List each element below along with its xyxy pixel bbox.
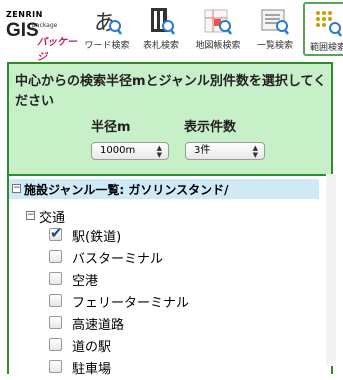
genre-checkbox[interactable]: [49, 360, 62, 373]
nameplate-search-icon: [151, 8, 175, 35]
radius-label: 半径m: [91, 120, 131, 135]
genre-checkbox[interactable]: [49, 316, 62, 329]
list-search-button[interactable]: 一覧検索: [250, 6, 300, 52]
collapse-icon[interactable]: −: [26, 211, 35, 220]
genre-item-label: 駐車場: [72, 362, 112, 377]
word-search-label: ワード検索: [84, 41, 130, 51]
atlas-search-label: 地図帳検索: [195, 41, 241, 51]
zenrin-gis-logo: ZENRIN GIS package パッケージ: [4, 6, 80, 63]
genre-item-label: 高速道路: [72, 318, 125, 333]
count-select[interactable]: 3件 ▲ ▼: [185, 142, 265, 160]
genre-checkbox[interactable]: [49, 294, 62, 307]
collapse-icon[interactable]: −: [12, 184, 21, 193]
count-label: 表示件数: [184, 120, 237, 135]
word-search-icon: あ: [94, 11, 122, 36]
range-search-label: 範囲検索: [309, 43, 343, 53]
radius-select[interactable]: 1000m ▲ ▼: [91, 142, 169, 160]
genre-tree-title: 施設ジャンル一覧: ガソリンスタンド/: [24, 183, 229, 197]
count-select-value: 3件: [194, 145, 211, 156]
genre-item-label: バスターミナル: [72, 252, 164, 267]
genre-item-label: 道の駅: [72, 340, 112, 355]
nameplate-search-button[interactable]: 表札検索: [136, 6, 186, 52]
tree-scrollbar[interactable]: [326, 174, 336, 366]
atlas-search-button[interactable]: 地図帳検索: [190, 6, 246, 52]
radius-select-value: 1000m: [100, 145, 136, 156]
word-search-button[interactable]: あ ワード検索: [82, 6, 132, 52]
logo-small: package: [32, 22, 58, 29]
genre-checkbox[interactable]: [49, 272, 62, 285]
genre-item-label: 駅(鉄道): [72, 230, 122, 245]
nameplate-search-label: 表札検索: [142, 41, 179, 51]
genre-tree-panel: − 施設ジャンル一覧: ガソリンスタンド/ − 交通 ✔ 駅(鉄道) バスターミ…: [7, 174, 333, 377]
logo-sub: パッケージ: [37, 37, 77, 63]
logo-brand: ZENRIN: [6, 10, 43, 19]
genre-item-label: フェリーターミナル: [72, 296, 190, 311]
genre-item-label: 空港: [72, 274, 99, 289]
range-search-icon: [316, 11, 342, 37]
genre-tree-header: − 施設ジャンル一覧: ガソリンスタンド/: [9, 179, 319, 199]
list-search-label: 一覧検索: [256, 41, 293, 51]
toolbar: ZENRIN GIS package パッケージ あ ワード検索 表札検索 地図…: [0, 0, 343, 63]
genre-checkbox[interactable]: [49, 250, 62, 263]
select-arrows-icon: ▲ ▼: [156, 144, 162, 159]
genre-checkbox[interactable]: [49, 338, 62, 351]
checkmark-icon: ✔: [50, 224, 63, 242]
genre-checkbox[interactable]: ✔: [49, 224, 63, 242]
range-search-button[interactable]: 範囲検索: [303, 2, 343, 56]
panel-instructions: 中心からの検索半径mとジャンル別件数を選択してください: [15, 74, 327, 109]
atlas-search-icon: [204, 9, 232, 35]
select-arrows-icon: ▲ ▼: [252, 144, 258, 159]
list-search-icon: [261, 9, 289, 35]
